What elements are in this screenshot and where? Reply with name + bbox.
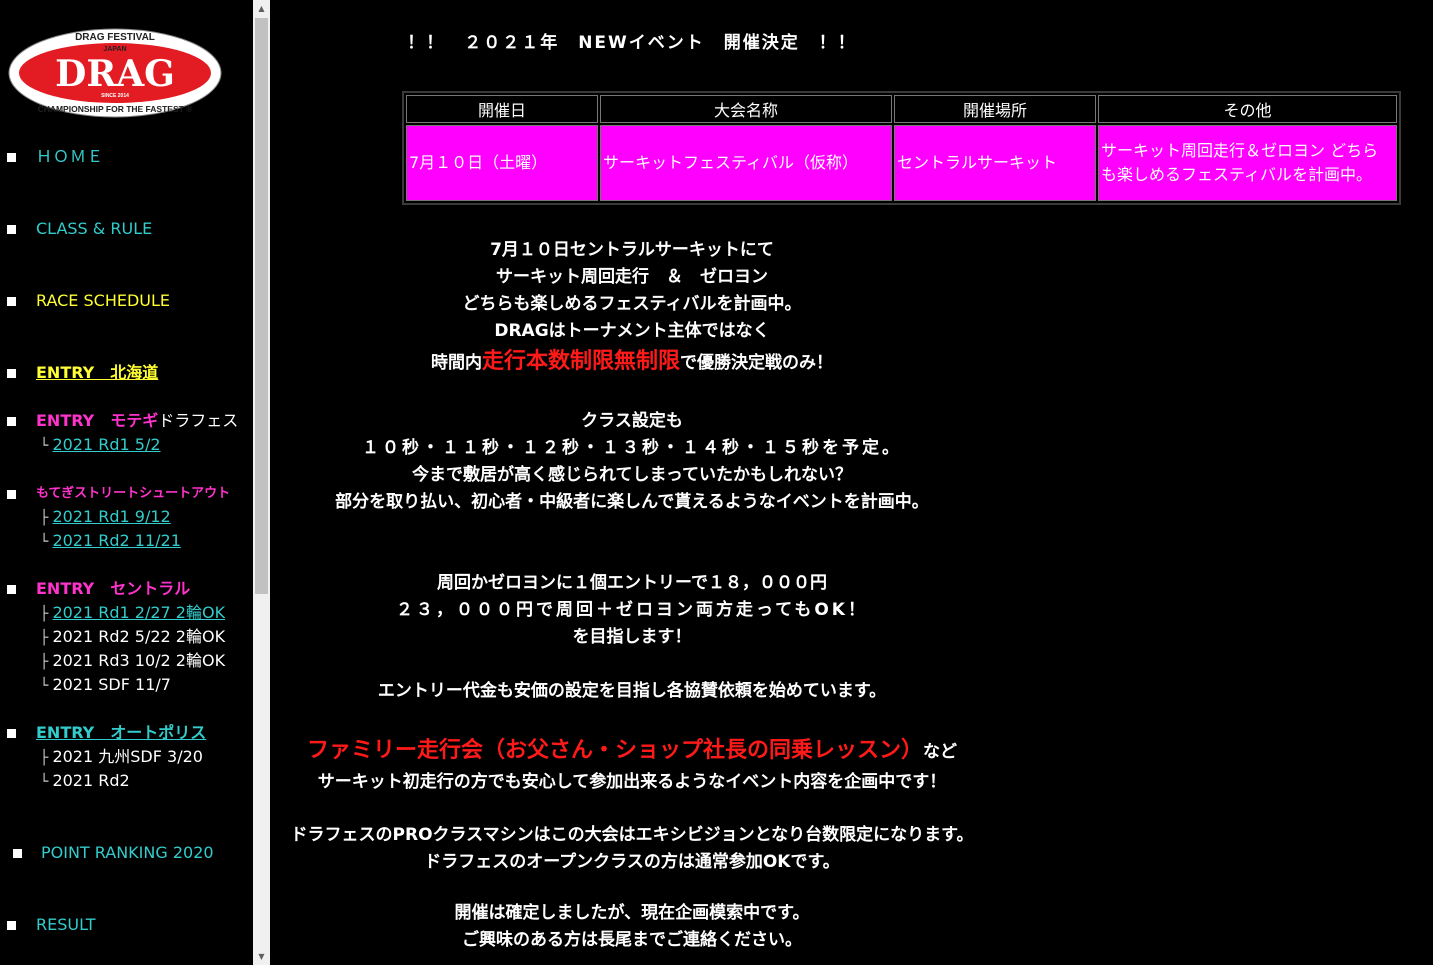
family-paragraph: ファミリー走行会（お父さん・ショップ社長の同乗レッスン）など サーキット初走行の…	[2, 734, 1262, 796]
nav-home-label[interactable]: ＨＯＭＥ	[36, 145, 104, 169]
cell-event-name: サーキットフェスティバル（仮称）	[600, 125, 892, 201]
column-header: 開催場所	[894, 95, 1096, 123]
bullet-icon	[7, 153, 16, 162]
event-table: 開催日 大会名称 開催場所 その他 7月１０日（土曜） サーキットフェスティバル…	[402, 91, 1401, 205]
logo-since-text: SINCE 2014	[101, 93, 129, 99]
central-rd3-text: 2021 Rd3 10/2 2輪OK	[52, 651, 226, 670]
text-line: 部分を取り払い、初心者・中級者に楽しんで貰えるようなイベントを計画中。	[335, 492, 929, 512]
sponsor-paragraph: エントリー代金も安価の設定を目指し各協賛依頼を始めています。	[377, 681, 887, 701]
column-header: 大会名称	[600, 95, 892, 123]
cell-date: 7月１０日（土曜）	[406, 125, 598, 201]
tree-branch-icon: ├	[40, 654, 49, 670]
main-content: ！！ ２０２１年 NEWイベント 開催決定 ！！ 開催日 大会名称 開催場所 そ…	[272, 0, 1433, 965]
cell-venue: セントラルサーキット	[894, 125, 1096, 201]
page-headline: ！！ ２０２１年 NEWイベント 開催決定 ！！	[407, 33, 857, 53]
text-line: クラス設定も	[581, 411, 683, 431]
text-line: １０秒・１１秒・１２秒・１３秒・１４秒・１５秒を予定。	[362, 438, 902, 458]
text-line: ２３，０００円で周回＋ゼロヨン両方走ってもOK！	[396, 600, 868, 620]
text-line: サーキット初走行の方でも安心して参加出来るようなイベント内容を企画中です！	[317, 772, 947, 792]
text-line: 開催は確定しましたが、現在企画模索中です。	[454, 903, 810, 923]
text-line: 周回かゼロヨンに１個エントリーで１８，０００円	[437, 573, 827, 593]
text-line: ドラフェスのオープンクラスの方は通常参加OKです。	[424, 852, 840, 872]
table-row: 7月１０日（土曜） サーキットフェスティバル（仮称） セントラルサーキット サー…	[406, 125, 1397, 201]
text-line: サーキット周回走行 ＆ ゼロヨン	[496, 267, 768, 287]
sub-item: ├ 2021 Rd3 10/2 2輪OK	[40, 649, 225, 674]
pro-class-paragraph: ドラフェスのPROクラスマシンはこの大会はエキシビジョンとなり台数限定になります…	[2, 822, 1262, 876]
logo-main-text: DRAG	[55, 53, 175, 95]
fee-paragraph: 周回かゼロヨンに１個エントリーで１８，０００円 ２３，０００円で周回＋ゼロヨン両…	[2, 570, 1262, 651]
text-line: ファミリー走行会（お父さん・ショップ社長の同乗レッスン）など	[2, 734, 1262, 769]
scroll-up-arrow-icon[interactable]: ▲	[253, 0, 270, 17]
highlight-text: ファミリー走行会（お父さん・ショップ社長の同乗レッスン）	[306, 738, 923, 763]
text-line: DRAGはトーナメント主体ではなく	[494, 321, 770, 341]
tree-end-icon: └	[40, 534, 49, 550]
text-line: ドラフェスのPROクラスマシンはこの大会はエキシビジョンとなり台数限定になります…	[290, 825, 974, 845]
class-paragraph: クラス設定も １０秒・１１秒・１２秒・１３秒・１４秒・１５秒を予定。 今まで敷居…	[2, 408, 1262, 516]
column-header: 開催日	[406, 95, 598, 123]
contact-paragraph: 開催は確定しましたが、現在企画模索中です。 ご興味のある方は長尾までご連絡くださ…	[2, 900, 1262, 954]
intro-paragraph: 7月１０日セントラルサーキットにて サーキット周回走行 ＆ ゼロヨン どちらも楽…	[2, 237, 1262, 380]
text-line: ご興味のある方は長尾までご連絡ください。	[462, 930, 802, 950]
text-line: 今まで敷居が高く感じられてしまっていたかもしれない？	[412, 465, 852, 485]
table-header-row: 開催日 大会名称 開催場所 その他	[406, 95, 1397, 123]
shootout-rd2-link[interactable]: 2021 Rd2 11/21	[52, 531, 180, 550]
text-line: どちらも楽しめるフェスティバルを計画中。	[462, 294, 802, 314]
logo-bottom-text: CHAMPIONSHIP FOR THE FASTEST ®	[38, 104, 194, 114]
text-line: を目指します！	[572, 627, 692, 647]
text-fragment: 時間内	[430, 353, 482, 373]
text-fragment: など	[923, 742, 957, 762]
cell-other: サーキット周回走行＆ゼロヨン どちらも楽しめるフェスティバルを計画中。	[1098, 125, 1397, 201]
column-header: その他	[1098, 95, 1397, 123]
text-line: 時間内走行本数制限無制限で優勝決定戦のみ！	[2, 345, 1262, 380]
bullet-icon	[7, 225, 16, 234]
text-fragment: で優勝決定戦のみ！	[680, 353, 833, 373]
sub-item: └ 2021 Rd2 11/21	[40, 529, 181, 554]
text-line: 7月１０日セントラルサーキットにて	[490, 240, 774, 260]
highlight-text: 走行本数制限無制限	[481, 349, 680, 374]
